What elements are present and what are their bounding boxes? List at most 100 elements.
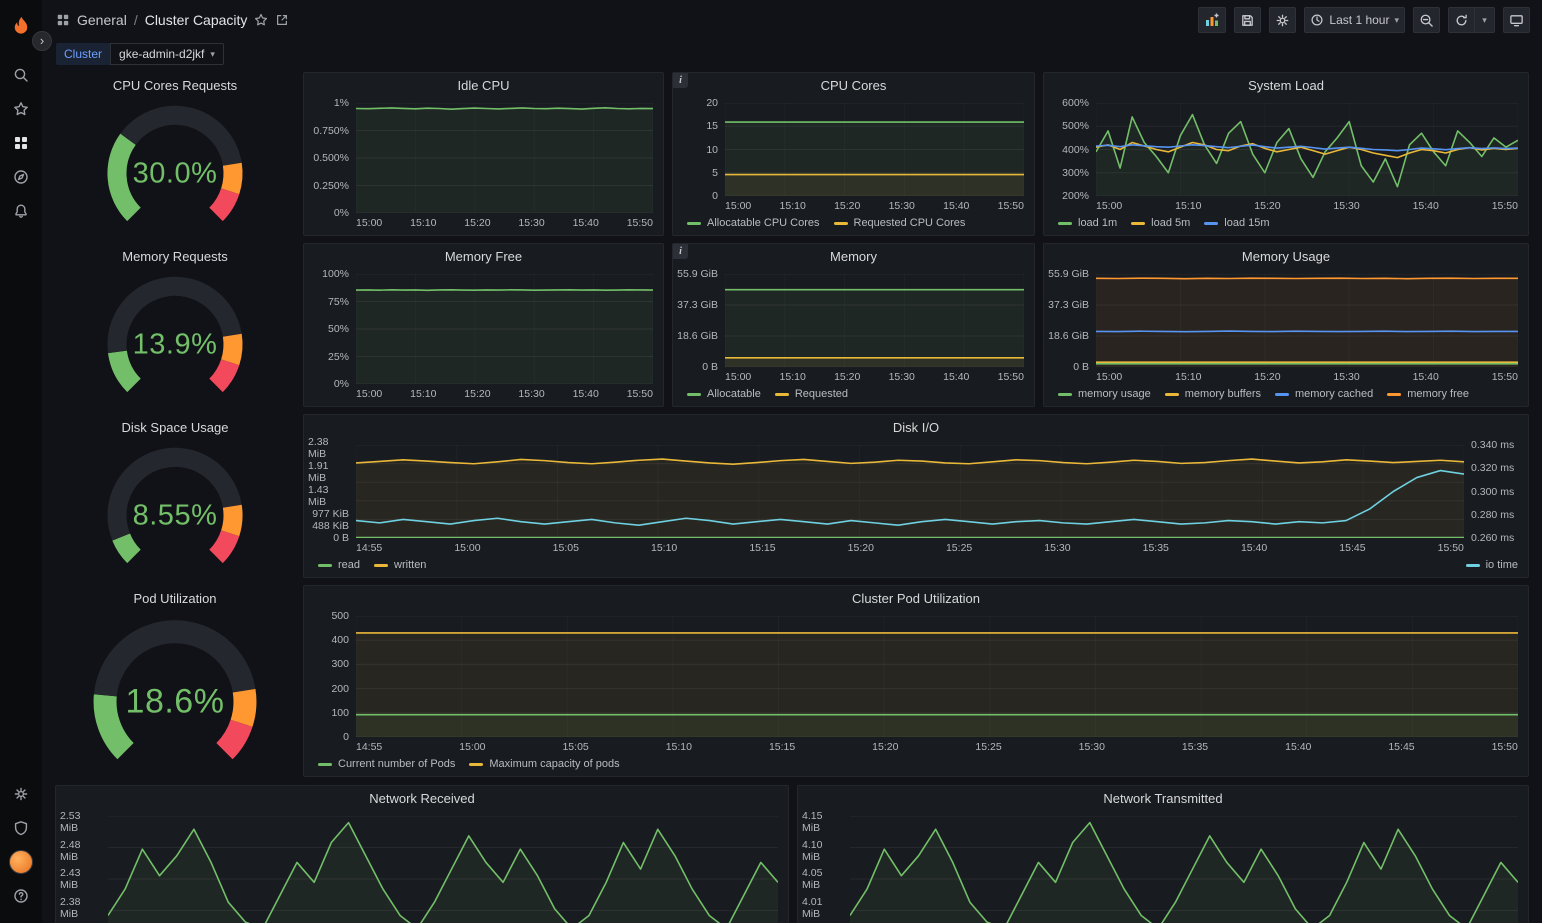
grafana-flame-icon xyxy=(9,15,33,39)
gauge-value: 8.55% xyxy=(56,499,294,532)
refresh-interval-dropdown[interactable]: ▾ xyxy=(1475,7,1495,33)
dashboards-grid-icon xyxy=(13,135,29,151)
sidebar-item-alerting[interactable] xyxy=(5,194,37,228)
legend-item[interactable]: written xyxy=(374,559,426,571)
sidebar-item-profile[interactable] xyxy=(5,845,37,879)
y-tick-label: 2.53 MiB xyxy=(60,810,101,834)
sidebar xyxy=(0,0,42,923)
panel-title[interactable]: System Load xyxy=(1044,73,1528,99)
panel-title[interactable]: Disk Space Usage xyxy=(56,415,294,441)
panel-title[interactable]: Network Received xyxy=(56,786,788,812)
dashboard-settings-button[interactable] xyxy=(1269,7,1296,33)
x-tick-label: 15:20 xyxy=(848,542,874,554)
sidebar-item-starred[interactable] xyxy=(5,92,37,126)
legend-item[interactable]: load 15m xyxy=(1204,217,1269,229)
panel-title[interactable]: Memory Requests xyxy=(56,244,294,270)
legend-item[interactable]: Current number of Pods xyxy=(318,758,455,770)
x-tick-label: 15:50 xyxy=(1492,200,1518,212)
legend-item[interactable]: read xyxy=(318,559,360,571)
sidebar-expand-button[interactable]: › xyxy=(32,31,52,51)
y-tick-label: 55.9 GiB xyxy=(1048,268,1089,280)
y-tick-label: 200% xyxy=(1062,190,1089,202)
x-axis-labels: 15:0015:1015:2015:3015:4015:50 xyxy=(725,367,1024,383)
legend-item[interactable]: memory usage xyxy=(1058,388,1151,400)
chart-legend: Allocatable CPU Cores Requested CPU Cores xyxy=(677,212,1024,229)
legend-item[interactable]: load 5m xyxy=(1131,217,1190,229)
panel-title[interactable]: Network Transmitted xyxy=(798,786,1528,812)
panel-title[interactable]: Memory xyxy=(673,244,1034,270)
panel-info-icon[interactable]: i xyxy=(673,244,688,259)
y-axis-labels: 0 B488 KiB977 KiB1.43 MiB1.91 MiB2.38 Mi… xyxy=(308,439,356,544)
refresh-icon xyxy=(1454,13,1469,28)
x-tick-label: 15:50 xyxy=(998,200,1024,212)
chart-legend: Allocatable Requested xyxy=(677,383,1024,400)
sidebar-item-search[interactable] xyxy=(5,58,37,92)
gauge-value: 30.0% xyxy=(56,157,294,190)
memory-usage-chart: 0 B18.6 GiB37.3 GiB55.9 GiB15:0015:1015:… xyxy=(1044,270,1528,406)
legend-label: memory buffers xyxy=(1185,388,1261,400)
panel-title[interactable]: CPU Cores Requests xyxy=(56,73,294,99)
legend-label: load 15m xyxy=(1224,217,1269,229)
legend-item[interactable]: memory buffers xyxy=(1165,388,1261,400)
search-icon xyxy=(13,67,29,83)
gear-icon xyxy=(1275,13,1290,28)
y-tick-label: 55.9 GiB xyxy=(677,268,718,280)
header-actions: Last 1 hour ▾ ▾ xyxy=(1198,7,1530,33)
panel-title[interactable]: Memory Usage xyxy=(1044,244,1528,270)
panel-title[interactable]: Disk I/O xyxy=(304,415,1528,441)
legend-item[interactable]: Requested CPU Cores xyxy=(834,217,966,229)
breadcrumb-page-title[interactable]: Cluster Capacity xyxy=(145,12,248,28)
sidebar-item-dashboards[interactable] xyxy=(5,126,37,160)
chart-legend: Current number of Pods Maximum capacity o… xyxy=(308,753,1518,770)
y-tick-label: 25% xyxy=(328,351,349,363)
panel-title[interactable]: Memory Free xyxy=(304,244,663,270)
x-tick-label: 15:00 xyxy=(459,741,485,753)
star-icon xyxy=(13,101,29,117)
legend-item[interactable]: Allocatable CPU Cores xyxy=(687,217,820,229)
legend-item[interactable]: io time xyxy=(1466,559,1518,571)
legend-item[interactable]: memory cached xyxy=(1275,388,1373,400)
save-dashboard-button[interactable] xyxy=(1234,7,1261,33)
variable-cluster: Cluster gke-admin-d2jkf ▾ xyxy=(56,43,224,65)
legend-item[interactable]: load 1m xyxy=(1058,217,1117,229)
sidebar-item-explore[interactable] xyxy=(5,160,37,194)
refresh-button[interactable] xyxy=(1448,7,1475,33)
plot-area xyxy=(356,445,1464,538)
share-dashboard-button[interactable] xyxy=(275,13,289,27)
panel-title[interactable]: Pod Utilization xyxy=(56,586,294,612)
chart-canvas xyxy=(356,103,653,213)
gauge-value: 13.9% xyxy=(56,328,294,361)
x-axis-labels: 15:0015:1015:2015:3015:4015:50 xyxy=(725,196,1024,212)
legend-item[interactable]: Allocatable xyxy=(687,388,761,400)
y-tick-label: 0 B xyxy=(702,361,718,373)
star-dashboard-button[interactable] xyxy=(254,13,268,27)
legend-series-color xyxy=(687,222,701,225)
x-tick-label: 15:25 xyxy=(946,542,972,554)
zoom-out-button[interactable] xyxy=(1413,7,1440,33)
variable-value-dropdown[interactable]: gke-admin-d2jkf ▾ xyxy=(110,43,224,65)
time-range-picker[interactable]: Last 1 hour ▾ xyxy=(1304,7,1405,33)
x-tick-label: 15:20 xyxy=(1254,371,1280,383)
legend-item[interactable]: Maximum capacity of pods xyxy=(469,758,619,770)
legend-label: memory cached xyxy=(1295,388,1373,400)
panel-title[interactable]: CPU Cores xyxy=(673,73,1034,99)
x-axis-labels: 15:0015:1015:2015:3015:4015:50 xyxy=(1096,367,1518,383)
x-tick-label: 15:10 xyxy=(1175,200,1201,212)
panel-title[interactable]: Cluster Pod Utilization xyxy=(304,586,1528,612)
y-tick-label: 488 KiB xyxy=(312,520,349,532)
legend-series-color xyxy=(1131,222,1145,225)
sidebar-item-help[interactable] xyxy=(5,879,37,913)
legend-item[interactable]: Requested xyxy=(775,388,848,400)
breadcrumb-section[interactable]: General xyxy=(77,12,127,28)
panel-info-icon[interactable]: i xyxy=(673,73,688,88)
sidebar-item-configuration[interactable] xyxy=(5,777,37,811)
cluster-pod-utilization-chart: 010020030040050014:5515:0015:0515:1015:1… xyxy=(304,612,1528,776)
add-panel-button[interactable] xyxy=(1198,7,1226,33)
panel-title[interactable]: Idle CPU xyxy=(304,73,663,99)
y-tick-label: 400 xyxy=(331,634,349,646)
y-tick-label: 1.91 MiB xyxy=(308,460,349,484)
y-tick-label: 20 xyxy=(706,97,718,109)
cycle-view-mode-button[interactable] xyxy=(1503,7,1530,33)
sidebar-item-server-admin[interactable] xyxy=(5,811,37,845)
legend-item[interactable]: memory free xyxy=(1387,388,1469,400)
